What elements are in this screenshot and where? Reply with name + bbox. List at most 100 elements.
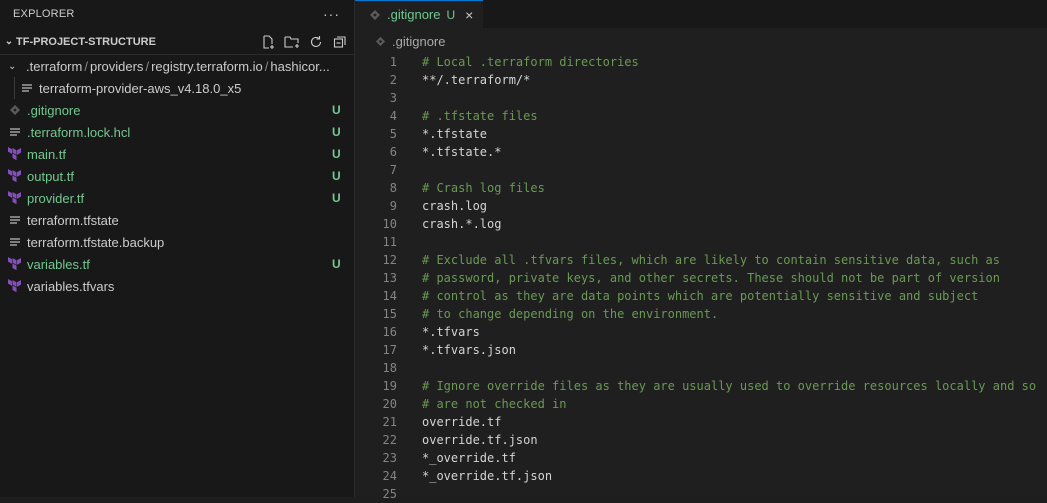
lines-file-icon [8,235,22,249]
code-comment: # control as they are data points which … [422,289,979,303]
file-row-tfvars[interactable]: variables.tfvars [0,275,354,297]
file-label: terraform.tfstate [27,212,119,228]
code-line[interactable]: 22 override.tf.json [355,431,1047,449]
file-row-lock[interactable]: .terraform.lock.hcl U [0,121,354,143]
file-row-main[interactable]: main.tf U [0,143,354,165]
untracked-badge: U [332,257,341,271]
file-tree: ⌄ .terraform / providers / registry.terrafor… [0,55,354,297]
terraform-icon [8,169,22,183]
code-line[interactable]: 11 [355,233,1047,251]
untracked-badge: U [332,103,341,117]
code-line[interactable]: 6 *.tfstate.* [355,143,1047,161]
code-line[interactable]: 19 # Ignore override files as they are us… [355,377,1047,395]
line-number: 1 [389,55,397,69]
tab-bar: .gitignore U × [355,0,1047,28]
code-comment: # Crash log files [422,181,545,195]
line-number: 3 [389,91,397,105]
code-line[interactable]: 16 *.tfvars [355,323,1047,341]
code-text: override.tf.json [422,433,538,447]
code-line[interactable]: 20 # are not checked in [355,395,1047,413]
new-folder-icon[interactable] [284,34,300,50]
code-text: *_override.tf [422,451,516,465]
line-number: 20 [382,397,397,411]
breadcrumb-file[interactable]: .gitignore [392,34,445,49]
terraform-icon [8,257,22,271]
code-line[interactable]: 12 # Exclude all .tfvars files, which are… [355,251,1047,269]
more-actions-icon[interactable]: ··· [323,6,340,22]
file-row-tfstate-backup[interactable]: terraform.tfstate.backup [0,231,354,253]
breadcrumb: .gitignore [355,28,1047,54]
code-line[interactable]: 1 # Local .terraform directories [355,53,1047,71]
compact-folder-path: .terraform / providers / registry.terraform.… [26,58,330,74]
file-row-tfstate[interactable]: terraform.tfstate [0,209,354,231]
code-line[interactable]: 21 override.tf [355,413,1047,431]
line-number: 6 [389,145,397,159]
code-area[interactable]: 1 # Local .terraform directories 2 **/.terr… [355,53,1047,503]
code-line[interactable]: 10 crash.*.log [355,215,1047,233]
close-icon[interactable]: × [465,7,473,23]
code-line[interactable]: 18 [355,359,1047,377]
code-line[interactable]: 25 [355,485,1047,503]
code-line[interactable]: 17 *.tfvars.json [355,341,1047,359]
code-line[interactable]: 2 **/.terraform/* [355,71,1047,89]
terraform-icon [8,147,22,161]
line-number: 14 [382,289,397,303]
code-line[interactable]: 13 # password, private keys, and other se… [355,269,1047,287]
folder-segment[interactable]: registry.terraform.io [151,59,263,74]
folder-segment[interactable]: providers [90,59,143,74]
code-line[interactable]: 23 *_override.tf [355,449,1047,467]
collapse-all-icon[interactable] [332,34,348,50]
line-number: 24 [382,469,397,483]
code-line[interactable]: 5 *.tfstate [355,125,1047,143]
code-line[interactable]: 8 # Crash log files [355,179,1047,197]
code-text: crash.log [422,199,488,213]
indent-guide [14,77,15,99]
code-line[interactable]: 4 # .tfstate files [355,107,1047,125]
file-label: main.tf [27,146,67,162]
project-folder-header[interactable]: ⌄ TF-PROJECT-STRUCTURE [0,29,354,55]
line-number: 23 [382,451,397,465]
line-number: 19 [382,379,397,393]
file-row-gitignore[interactable]: .gitignore U [0,99,354,121]
folder-segment[interactable]: .terraform [26,59,82,74]
code-comment: # to change depending on the environment… [422,307,719,321]
code-text: crash.*.log [422,217,502,231]
terraform-icon [8,191,22,205]
code-comment: # Exclude all .tfvars files, which are l… [422,253,1000,267]
file-row-variables[interactable]: variables.tf U [0,253,354,275]
line-number: 22 [382,433,397,447]
file-label: provider.tf [27,190,85,206]
code-line[interactable]: 9 crash.log [355,197,1047,215]
folder-segment[interactable]: hashicor... [270,59,329,74]
code-comment: # are not checked in [422,397,567,411]
file-label: variables.tfvars [27,278,115,294]
file-row-provider[interactable]: provider.tf U [0,187,354,209]
refresh-icon[interactable] [308,34,324,50]
code-text: *.tfvars [422,325,480,339]
untracked-badge: U [332,169,341,183]
code-comment: # password, private keys, and other secr… [422,271,1000,285]
line-number: 8 [389,181,397,195]
lines-file-icon [8,213,22,227]
code-line[interactable]: 24 *_override.tf.json [355,467,1047,485]
tab-gitignore[interactable]: .gitignore U × [355,0,484,28]
tab-label: .gitignore [387,7,441,22]
code-line[interactable]: 7 [355,161,1047,179]
compact-folder-row[interactable]: ⌄ .terraform / providers / registry.terrafor… [0,55,354,77]
untracked-badge: U [332,147,341,161]
file-row-provider-binary[interactable]: terraform-provider-aws_v4.18.0_x5 [0,77,354,99]
line-number: 21 [382,415,397,429]
code-line[interactable]: 15 # to change depending on the environme… [355,305,1047,323]
terraform-icon [8,279,22,293]
new-file-icon[interactable] [260,34,276,50]
untracked-badge: U [332,125,341,139]
file-label: .terraform.lock.hcl [27,124,131,140]
code-line[interactable]: 3 [355,89,1047,107]
file-label: terraform.tfstate.backup [27,234,165,250]
code-line[interactable]: 14 # control as they are data points whic… [355,287,1047,305]
explorer-title: EXPLORER [13,8,75,20]
line-number: 10 [382,217,397,231]
file-row-output[interactable]: output.tf U [0,165,354,187]
explorer-header: EXPLORER ··· [0,0,354,28]
editor-pane: .gitignore U × .gitignore 1 # Local .terr… [355,0,1047,501]
